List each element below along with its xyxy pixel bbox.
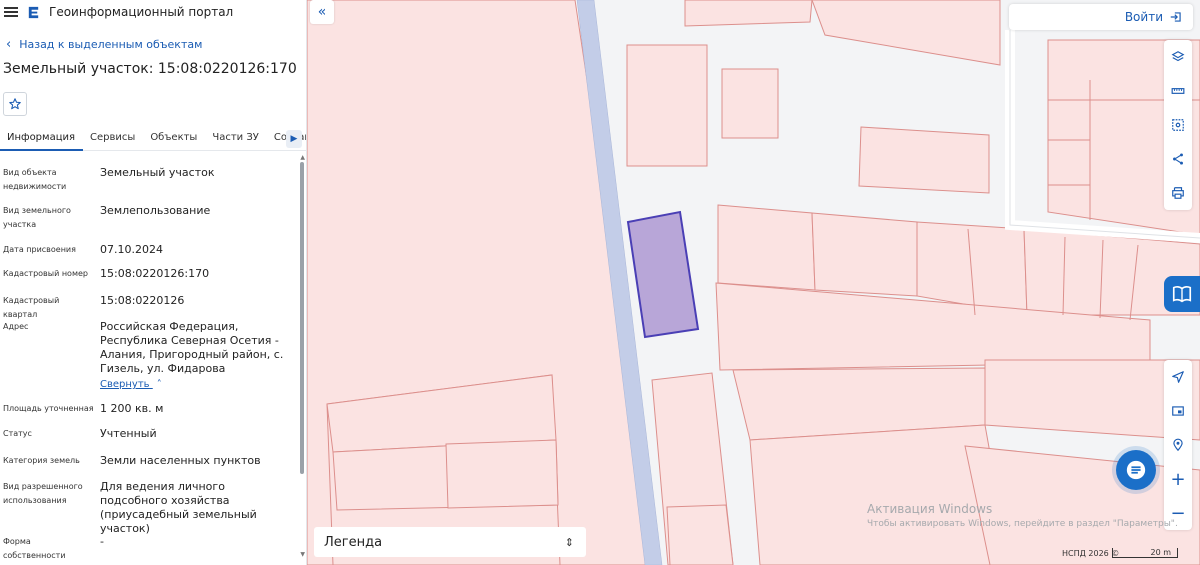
- attr-label: Вид объекта недвижимости: [3, 168, 67, 191]
- attr-value: Земли населенных пунктов: [100, 454, 261, 467]
- map-attribution: НСПД 2026 ©: [1062, 549, 1120, 558]
- chevron-up-icon: ˄: [156, 379, 162, 390]
- collapse-label: Свернуть: [100, 379, 150, 390]
- attr-value: Учтенный: [100, 427, 157, 440]
- double-chevron-left-icon: «: [317, 4, 327, 20]
- back-link-label: Назад к выделенным объектам: [19, 38, 203, 51]
- print-icon: [1172, 187, 1184, 199]
- location-pin-icon: [1173, 438, 1183, 452]
- menu-icon[interactable]: [4, 7, 18, 17]
- attr-label: Дата присвоения: [3, 245, 76, 254]
- ruler-icon: [1171, 88, 1185, 94]
- star-icon: [9, 98, 21, 110]
- attr-label: Категория земель: [3, 456, 80, 465]
- layers-button[interactable]: [1164, 40, 1192, 74]
- chevron-up-down-icon: ⇕: [564, 535, 574, 549]
- print-button[interactable]: [1164, 176, 1192, 210]
- scale-bar: 20 m: [1112, 548, 1178, 558]
- collapse-link[interactable]: Свернуть ˄: [100, 378, 292, 392]
- attr-label: Вид разрешенного использования: [3, 482, 83, 505]
- attr-label: Кадастровый квартал: [3, 296, 60, 319]
- chevron-left-icon: ‹: [6, 37, 12, 52]
- attr-label: Площадь уточненная: [3, 404, 94, 413]
- map-building[interactable]: [626, 44, 708, 167]
- minimap-icon: [1172, 406, 1184, 416]
- collapse-panel-button[interactable]: «: [310, 0, 334, 24]
- attr-label: Статус: [3, 429, 32, 438]
- map-parcel[interactable]: [811, 0, 1001, 66]
- share-button[interactable]: [1164, 142, 1192, 176]
- map-parcel[interactable]: [666, 504, 734, 565]
- map-canvas[interactable]: [307, 0, 1200, 565]
- plus-icon: +: [1170, 468, 1186, 490]
- windows-activation-watermark: Активация Windows Чтобы активировать Win…: [867, 502, 1178, 529]
- map-parcel[interactable]: [811, 212, 918, 297]
- map-parcel[interactable]: [717, 204, 816, 291]
- select-area-button[interactable]: [1164, 108, 1192, 142]
- scroll-up-arrow[interactable]: ▲: [300, 154, 305, 161]
- attr-label: Адрес: [3, 322, 29, 331]
- attr-value: -: [100, 535, 104, 548]
- attr-value: Российская Федерация, Республика Северна…: [100, 320, 292, 392]
- watermark-text: Чтобы активировать Windows, перейдите в …: [867, 519, 1178, 529]
- attr-value: 1 200 кв. м: [100, 402, 164, 415]
- map-parcel[interactable]: [445, 439, 559, 509]
- minimap-button[interactable]: [1164, 394, 1192, 428]
- attr-label: Кадастровый номер: [3, 269, 88, 278]
- select-area-icon: [1172, 119, 1184, 131]
- tab-services[interactable]: Сервисы: [83, 127, 143, 151]
- scroll-down-arrow[interactable]: ▼: [300, 551, 305, 558]
- measure-button[interactable]: [1164, 74, 1192, 108]
- navigation-arrow-icon: [1172, 371, 1184, 383]
- favorite-button[interactable]: [3, 92, 27, 116]
- attr-value: Земельный участок: [100, 166, 215, 179]
- attr-label: Форма собственности: [3, 537, 66, 560]
- panel-scrollbar[interactable]: [300, 162, 304, 474]
- zoom-in-button[interactable]: +: [1164, 462, 1192, 496]
- back-to-selected-link[interactable]: ‹ Назад к выделенным объектам: [6, 38, 306, 51]
- attr-value: 15:08:0220126: [100, 294, 185, 307]
- tab-parcel-parts[interactable]: Части ЗУ: [205, 127, 267, 151]
- map-parcel[interactable]: [749, 424, 1011, 565]
- map-parcel[interactable]: [1047, 139, 1091, 186]
- tab-information[interactable]: Информация: [0, 127, 84, 151]
- geo-pin-button[interactable]: [1164, 428, 1192, 462]
- layers-icon: [1171, 51, 1185, 62]
- map-building[interactable]: [721, 68, 779, 139]
- attr-label: Вид земельного участка: [3, 206, 71, 229]
- locate-button[interactable]: [1164, 360, 1192, 394]
- attr-value: 15:08:0220126:170: [100, 267, 210, 280]
- object-info-panel: Геоинформационный портал ‹ Назад к выдел…: [0, 0, 307, 565]
- selected-parcel[interactable]: [626, 210, 700, 339]
- cadastral-map[interactable]: [307, 0, 1200, 565]
- login-label: Войти: [1124, 10, 1163, 24]
- share-icon: [1173, 153, 1183, 165]
- attr-value: 07.10.2024: [100, 243, 163, 256]
- map-building[interactable]: [684, 0, 813, 27]
- address-text: Российская Федерация, Республика Северна…: [100, 320, 284, 375]
- map-building[interactable]: [858, 126, 990, 194]
- chat-button[interactable]: [1116, 450, 1156, 490]
- side-widget-button[interactable]: [1164, 276, 1200, 312]
- info-tabs: Информация Сервисы Объекты Части ЗУ Сост…: [0, 127, 306, 151]
- login-button[interactable]: Войти: [1009, 4, 1193, 30]
- chat-icon: [1126, 460, 1146, 480]
- attr-value: Для ведения личного подсобного хозяйства…: [100, 480, 257, 535]
- login-icon: [1170, 12, 1181, 22]
- legend-label: Легенда: [324, 534, 383, 550]
- watermark-title: Активация Windows: [867, 502, 993, 516]
- attr-value: Землепользование: [100, 204, 211, 217]
- portal-title: Геоинформационный портал: [49, 5, 234, 19]
- legend-panel[interactable]: Легенда ⇕: [314, 527, 586, 557]
- tab-objects[interactable]: Объекты: [143, 127, 205, 151]
- map-tools-top: [1164, 40, 1192, 210]
- portal-header: Геоинформационный портал: [0, 0, 306, 24]
- portal-logo-icon: [28, 6, 39, 18]
- object-title: Земельный участок: 15:08:0220126:170: [3, 61, 297, 77]
- tabs-scroll-right-button[interactable]: ▶: [286, 130, 302, 148]
- book-icon: [1172, 286, 1192, 303]
